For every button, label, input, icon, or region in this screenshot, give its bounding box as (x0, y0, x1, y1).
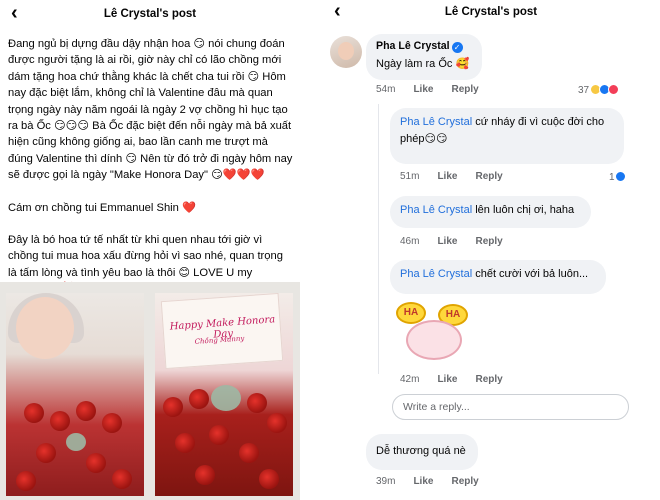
comment-time: 54m (376, 84, 396, 95)
rose-mark (247, 393, 267, 413)
post-body: Đang ngủ bị dựng đầu dậy nhận hoa 😏 nói … (8, 36, 294, 314)
rose-mark (102, 413, 122, 433)
comments-header: ‹ Lê Crystal's post (322, 0, 660, 30)
reply-text: Pha Lê Crystal cứ nháy đi vì cuộc đời ch… (400, 114, 614, 148)
comment-time: 46m (400, 236, 420, 247)
rose-mark (239, 443, 259, 463)
reply-button[interactable]: Reply (475, 171, 502, 182)
like-button[interactable]: Like (413, 476, 433, 487)
rose-mark (267, 413, 287, 433)
reply-body: lên luôn chị ơi, haha (472, 204, 575, 216)
comment-meta: 51m Like Reply (400, 171, 521, 182)
post-paragraph: Cám ơn chồng tui Emmanuel Shin ❤️ (8, 201, 196, 214)
sticker-character (406, 320, 462, 360)
comment-meta: 39m Like Reply (376, 476, 497, 487)
comments-title: Lê Crystal's post (444, 6, 538, 18)
rose-mark (259, 469, 279, 489)
verified-badge-icon: ✓ (451, 42, 463, 53)
comment-bubble[interactable]: Dễ thương quá nè (366, 434, 478, 470)
photo-woman-with-roses[interactable] (6, 293, 144, 496)
like-button[interactable]: Like (413, 84, 433, 95)
reply-input[interactable]: Write a reply... (392, 394, 629, 420)
comment-author-name[interactable]: Pha Lê Crystal (376, 40, 450, 52)
comment-author[interactable]: Pha Lê Crystal ✓ (376, 40, 472, 53)
comment-bubble[interactable]: Pha Lê Crystal ✓ Ngày làm ra Ốc 🥰 (366, 34, 482, 80)
leaf-mark (211, 385, 241, 411)
photo-bouquet-card[interactable]: Happy Make Honora Day Chồng Manny (155, 293, 293, 496)
comment-time: 39m (376, 476, 396, 487)
reply-button[interactable]: Reply (451, 476, 478, 487)
photo-face (16, 297, 74, 359)
like-button[interactable]: Like (437, 171, 457, 182)
rose-mark (36, 443, 56, 463)
mention-link[interactable]: Pha Lê Crystal (400, 116, 472, 128)
post-panel: ‹ Lê Crystal's post Đang ngủ bị dựng đầu… (0, 0, 300, 500)
rose-mark (195, 465, 215, 485)
post-header: ‹ Lê Crystal's post (0, 0, 300, 30)
comment-meta: 46m Like Reply (400, 236, 521, 247)
post-paragraph: Đang ngủ bị dựng đầu dậy nhận hoa 😏 nói … (8, 38, 293, 182)
comment-meta: 54m Like Reply (376, 84, 497, 95)
reply-button[interactable]: Reply (451, 84, 478, 95)
mention-link[interactable]: Pha Lê Crystal (400, 204, 472, 216)
thread-line (378, 104, 379, 374)
rose-mark (189, 389, 209, 409)
panel-divider (300, 0, 322, 500)
reply-bubble[interactable]: Pha Lê Crystal cứ nháy đi vì cuộc đời ch… (390, 108, 624, 164)
comment-text: Ngày làm ra Ốc 🥰 (376, 58, 470, 70)
comment-meta: 42m Like Reply (400, 374, 521, 385)
rose-mark (86, 453, 106, 473)
reply-body: chết cười với bả luôn... (472, 268, 589, 280)
leaf-mark (66, 433, 86, 451)
sticker-bubble-left: HA (396, 302, 426, 324)
reaction-summary[interactable]: 37 (578, 84, 619, 96)
reply-text: Pha Lê Crystal lên luôn chị ơi, haha (400, 202, 581, 219)
rose-mark (112, 469, 132, 489)
reply-text: Pha Lê Crystal chết cười với bả luôn... (400, 266, 596, 283)
rose-mark (163, 397, 183, 417)
reaction-count: 1 (609, 172, 615, 183)
comment-time: 42m (400, 374, 420, 385)
greeting-card: Happy Make Honora Day Chồng Manny (160, 293, 284, 370)
reply-button[interactable]: Reply (475, 236, 502, 247)
comment-text: Dễ thương quá nè (376, 445, 466, 457)
photo-grid: Happy Make Honora Day Chồng Manny (0, 282, 300, 500)
rose-mark (16, 471, 36, 491)
reply-bubble[interactable]: Pha Lê Crystal chết cười với bả luôn... (390, 260, 606, 294)
avatar[interactable] (330, 36, 362, 68)
reaction-count: 37 (578, 85, 590, 96)
mention-link[interactable]: Pha Lê Crystal (400, 268, 472, 280)
reply-bubble[interactable]: Pha Lê Crystal lên luôn chị ơi, haha (390, 196, 591, 228)
love-reaction-icon (607, 84, 619, 95)
like-button[interactable]: Like (437, 236, 457, 247)
reaction-summary[interactable]: 1 (609, 171, 627, 183)
reply-button[interactable]: Reply (475, 374, 502, 385)
rose-mark (24, 403, 44, 423)
haha-sticker[interactable]: HA HA (392, 298, 476, 364)
rose-mark (76, 401, 96, 421)
like-button[interactable]: Like (437, 374, 457, 385)
rose-mark (50, 411, 70, 431)
like-reaction-icon (615, 171, 627, 182)
post-title: Lê Crystal's post (103, 8, 197, 20)
rose-mark (175, 433, 195, 453)
rose-mark (209, 425, 229, 445)
comment-time: 51m (400, 171, 420, 182)
